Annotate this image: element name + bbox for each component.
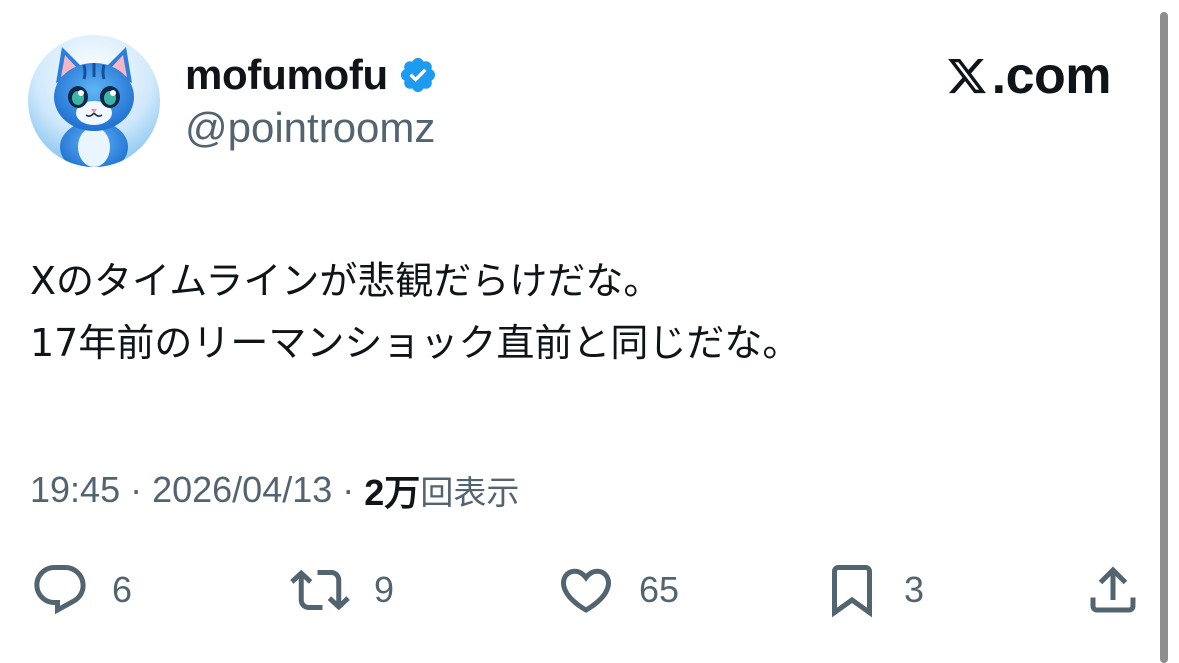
- tweet-date[interactable]: 2026/04/13: [152, 469, 332, 511]
- share-button[interactable]: [1083, 560, 1143, 620]
- user-handle[interactable]: @pointroomz: [185, 103, 435, 153]
- repost-button[interactable]: 9: [288, 560, 394, 620]
- reply-icon: [34, 565, 86, 615]
- like-button[interactable]: 65: [555, 560, 679, 620]
- action-bar: 6 9 65 3: [0, 560, 1179, 620]
- verified-badge-icon: [398, 55, 438, 95]
- share-icon: [1090, 566, 1136, 613]
- bookmark-icon: [832, 565, 872, 618]
- tweet-line: 17年前のリーマンショック直前と同じだな。: [30, 321, 801, 365]
- like-count: 65: [639, 569, 680, 610]
- display-name-row[interactable]: mofumofu: [185, 50, 438, 100]
- reply-button[interactable]: 6: [30, 560, 132, 620]
- views-label: 回表示: [420, 473, 520, 512]
- bookmark-button[interactable]: 3: [822, 560, 924, 620]
- site-logo-text: .com: [991, 47, 1112, 105]
- tweet-text: Xのタイムラインが悲観だらけだな。 17年前のリーマンショック直前と同じだな。: [30, 250, 1130, 374]
- tweet-time[interactable]: 19:45: [30, 469, 120, 511]
- views-count: 2万: [364, 472, 421, 513]
- site-logo: .com: [946, 47, 1112, 105]
- repost-count: 9: [374, 569, 395, 610]
- heart-icon: [560, 568, 612, 613]
- avatar[interactable]: [28, 35, 160, 167]
- blue-cat-avatar-icon: [28, 35, 160, 167]
- tweet-meta: 19:45 · 2026/04/13 · 2万 回表示: [30, 465, 519, 515]
- reply-count: 6: [112, 569, 133, 610]
- tweet-line: Xのタイムラインが悲観だらけだな。: [30, 259, 662, 303]
- meta-separator: ·: [342, 469, 355, 510]
- display-name[interactable]: mofumofu: [185, 50, 388, 100]
- bookmark-count: 3: [904, 569, 925, 610]
- x-logo-icon: [946, 54, 988, 98]
- repost-icon: [290, 569, 350, 611]
- meta-separator: ·: [130, 469, 143, 510]
